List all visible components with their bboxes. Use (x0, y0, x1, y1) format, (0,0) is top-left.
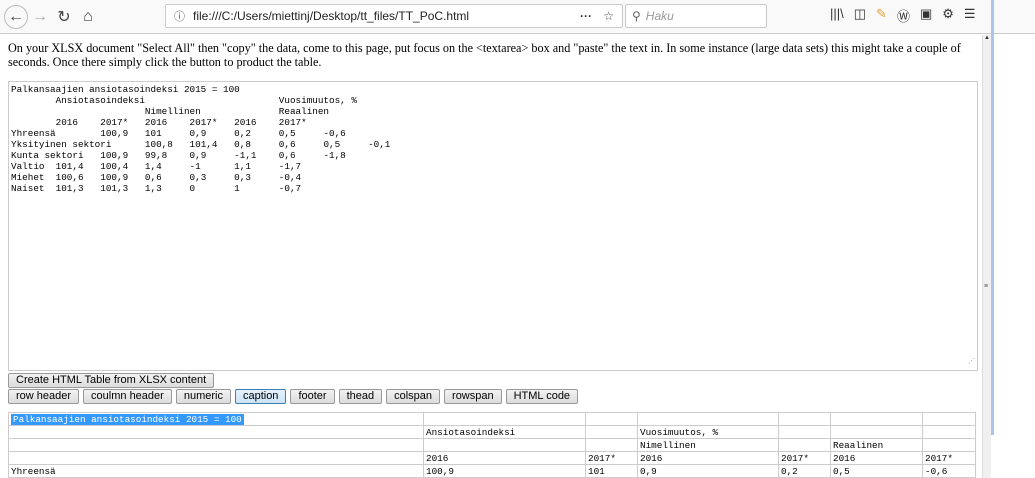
table-cell (830, 425, 923, 439)
table-cell: 2017* (778, 451, 831, 465)
back-button[interactable]: ← (4, 4, 28, 29)
url-bar[interactable]: ⓘ file:///C:/Users/miettinj/Desktop/tt_f… (165, 4, 623, 28)
table-caption: Palkansaajien ansiotasoindeksi 2015 = 10… (11, 413, 244, 425)
rowspan-button[interactable]: rowspan (444, 389, 502, 404)
table-row: Ansiotasoindeksi Vuosimuutos, % (8, 425, 976, 439)
table-cell: Vuosimuutos, % (637, 425, 779, 439)
table-cell: 100,9 (423, 464, 586, 478)
extension-gear-icon[interactable]: ⚙ (942, 6, 954, 25)
scroll-up-icon[interactable]: ▲ (983, 35, 991, 41)
table-cell (585, 425, 638, 439)
extension-brush-icon[interactable]: ✎ (876, 6, 887, 25)
search-input[interactable]: ⚲ Haku (625, 4, 767, 28)
table-cell (778, 438, 831, 452)
scrollbar-grip-icon[interactable]: ≡ (984, 283, 988, 290)
table-cell: Nimellinen (637, 438, 779, 452)
table-cell: Yhreensä (8, 464, 424, 478)
forward-button[interactable]: → (28, 5, 52, 29)
search-icon: ⚲ (632, 9, 641, 23)
bookmark-star-icon[interactable]: ☆ (603, 9, 614, 23)
page-actions-icon[interactable]: ··· (580, 9, 592, 23)
library-icon[interactable]: |||\ (830, 6, 844, 25)
xlsx-textarea[interactable]: Palkansaajien ansiotasoindeksi 2015 = 10… (8, 81, 978, 371)
extension-w-icon[interactable]: Ⓦ (897, 6, 910, 25)
instructions-text: On your XLSX document "Select All" then … (8, 41, 961, 69)
browser-toolbar: ← → ↻ ⌂ ⓘ file:///C:/Users/miettinj/Desk… (0, 0, 1035, 34)
caption-row: Palkansaajien ansiotasoindeksi 2015 = 10… (8, 412, 976, 426)
table-cell: -0,6 (922, 464, 976, 478)
table-cell: 0,5 (830, 464, 923, 478)
table-cell: 2016 (423, 451, 586, 465)
colspan-button[interactable]: colspan (386, 389, 441, 404)
table-cell: 0,9 (637, 464, 779, 478)
table-cell (778, 425, 831, 439)
table-cell: 101 (585, 464, 638, 478)
table-row: 2016 2017* 2016 2017* 2016 2017* (8, 451, 976, 465)
footer-button[interactable]: footer (290, 389, 335, 404)
thead-button[interactable]: thead (338, 389, 383, 404)
table-cell: 2017* (922, 451, 976, 465)
resize-grip-icon[interactable]: ⋰ (968, 357, 975, 368)
caption-button[interactable]: caption (234, 389, 287, 404)
table-cell (922, 425, 976, 439)
table-cell: 2016 (830, 451, 923, 465)
table-cell: Reaalinen (830, 438, 923, 452)
table-cell (423, 438, 586, 452)
search-placeholder: Haku (645, 9, 674, 23)
sidebar-icon[interactable]: ◫ (854, 6, 866, 25)
menu-icon[interactable]: ☰ (964, 6, 976, 25)
extension-se-icon[interactable]: ▣ (920, 6, 932, 25)
table-row: Nimellinen Reaalinen (8, 438, 976, 452)
create-table-button[interactable]: Create HTML Table from XLSX content (8, 373, 215, 388)
vertical-scrollbar[interactable]: ▲ ≡ (982, 35, 991, 478)
window-edge (991, 0, 994, 435)
home-button[interactable]: ⌂ (76, 5, 100, 29)
column-header-button[interactable]: coulmn header (83, 389, 172, 404)
table-cell (8, 451, 424, 465)
row-header-button[interactable]: row header (8, 389, 80, 404)
table-cell (585, 438, 638, 452)
generated-table: Palkansaajien ansiotasoindeksi 2015 = 10… (8, 412, 976, 478)
page-content: On your XLSX document "Select All" then … (0, 35, 982, 478)
html-code-button[interactable]: HTML code (505, 389, 579, 404)
reload-button[interactable]: ↻ (52, 5, 76, 29)
table-cell: 2017* (585, 451, 638, 465)
table-cell: 0,2 (778, 464, 831, 478)
info-icon[interactable]: ⓘ (174, 8, 185, 24)
numeric-button[interactable]: numeric (175, 389, 231, 404)
url-text: file:///C:/Users/miettinj/Desktop/tt_fil… (193, 9, 470, 23)
table-cell: Ansiotasoindeksi (423, 425, 586, 439)
table-row: Yhreensä 100,9 101 0,9 0,2 0,5 -0,6 (8, 464, 976, 478)
table-cell (8, 438, 424, 452)
table-cell (922, 438, 976, 452)
table-cell (8, 425, 424, 439)
table-cell: 2016 (637, 451, 779, 465)
